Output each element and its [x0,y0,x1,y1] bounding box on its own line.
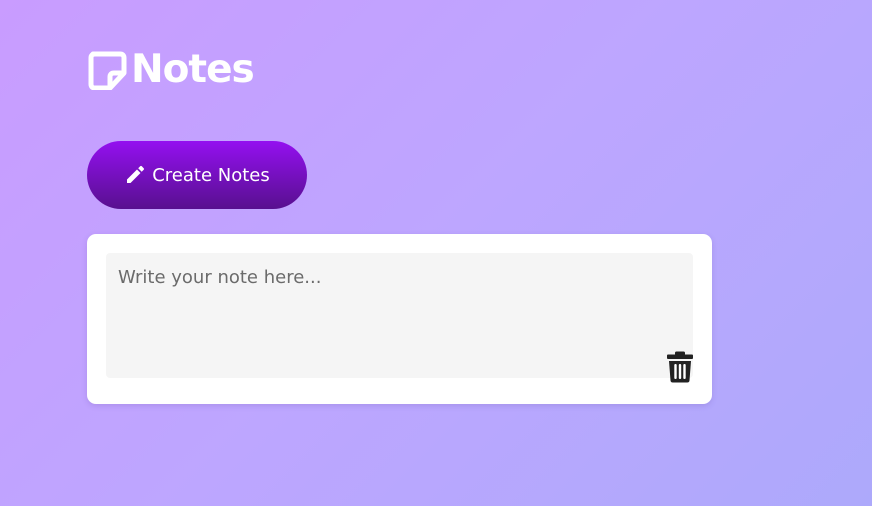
sticky-note-icon [87,50,127,91]
note-textarea[interactable] [106,253,693,378]
pencil-icon [124,164,146,186]
create-notes-button[interactable]: Create Notes [87,141,307,209]
note-card [87,234,712,404]
delete-note-button[interactable] [663,350,697,388]
create-notes-label: Create Notes [152,164,270,186]
trash-icon [666,351,694,387]
app-header: Notes [87,47,255,92]
app-title: Notes [131,47,255,92]
